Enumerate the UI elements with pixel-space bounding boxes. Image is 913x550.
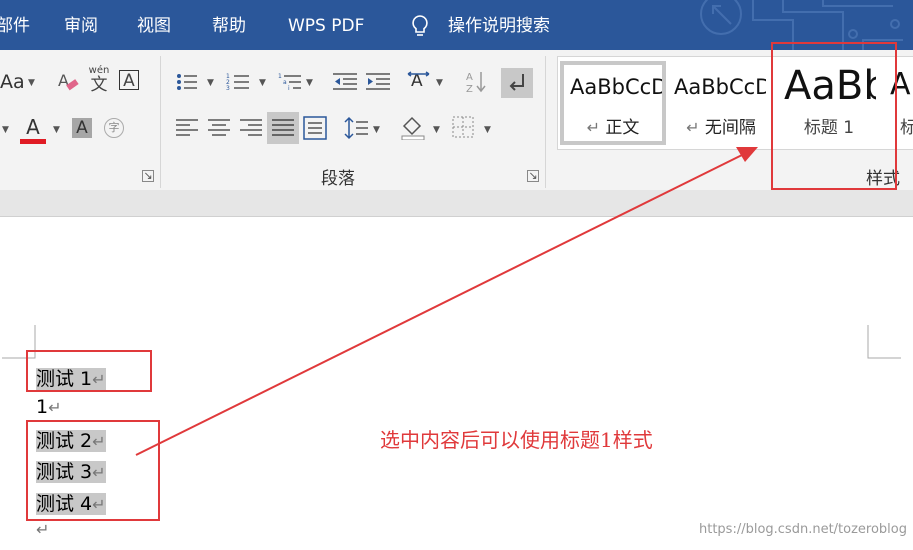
highlight-box-first-line	[26, 350, 152, 392]
style-sample: AaBbCcDd	[674, 75, 766, 99]
chevron-down-icon[interactable]: ▼	[306, 78, 313, 88]
ruler-strip	[0, 190, 913, 217]
style-normal[interactable]: AaBbCcDd ↵ 正文	[560, 61, 666, 145]
line-spacing-icon[interactable]	[344, 116, 368, 140]
align-right-icon[interactable]	[240, 118, 262, 138]
highlight-box-heading-style	[771, 42, 897, 190]
style-name: 标	[900, 113, 913, 138]
group-separator	[545, 56, 546, 188]
svg-text:3: 3	[226, 85, 230, 92]
chevron-down-icon[interactable]: ▼	[436, 78, 443, 88]
character-shading-icon[interactable]: A	[72, 118, 92, 138]
decrease-indent-icon[interactable]	[333, 72, 357, 92]
chevron-down-icon[interactable]: ▼	[2, 125, 9, 135]
font-color-icon[interactable]: A	[20, 116, 46, 144]
paragraph-group-label: 段落	[321, 169, 355, 189]
chevron-down-icon[interactable]: ▼	[373, 125, 380, 135]
doc-line[interactable]: 1↵	[36, 396, 62, 418]
clear-formatting-icon[interactable]: A	[58, 70, 80, 94]
tell-me-search[interactable]: 操作说明搜索	[448, 0, 550, 50]
doc-line[interactable]: ↵	[36, 518, 49, 540]
phonetic-guide-bottom: 文	[90, 75, 108, 95]
style-name: ↵ 正文	[586, 118, 640, 138]
multilevel-list-icon[interactable]: 1ai	[278, 72, 302, 92]
borders-icon[interactable]	[452, 116, 474, 138]
paragraph-dialog-launcher-icon[interactable]: ↘	[527, 170, 539, 182]
font-color-letter: A	[26, 115, 40, 139]
distributed-align-icon[interactable]	[303, 116, 327, 140]
show-paragraph-marks-button[interactable]	[501, 68, 533, 98]
chevron-down-icon[interactable]: ▼	[53, 125, 60, 135]
style-no-spacing[interactable]: AaBbCcDd ↵ 无间隔	[668, 61, 774, 145]
numbering-icon[interactable]: 123	[226, 72, 250, 92]
sort-icon[interactable]: AZ	[466, 70, 488, 94]
phonetic-guide-icon[interactable]: wén 文	[88, 66, 110, 95]
align-left-icon[interactable]	[176, 118, 198, 138]
tab-wps-pdf[interactable]: WPS PDF	[288, 0, 364, 50]
chevron-down-icon[interactable]: ▼	[28, 78, 35, 88]
change-case-button[interactable]: Aa	[0, 72, 25, 92]
justify-button[interactable]	[267, 112, 299, 144]
enclose-characters-icon[interactable]: 字	[104, 118, 124, 138]
annotation-text: 选中内容后可以使用标题1样式	[380, 428, 653, 452]
tab-help[interactable]: 帮助	[212, 0, 246, 50]
svg-text:i: i	[288, 85, 290, 92]
group-separator	[160, 56, 161, 188]
chevron-down-icon[interactable]: ▼	[433, 125, 440, 135]
shading-icon[interactable]	[400, 114, 426, 140]
style-name: ↵ 无间隔	[686, 118, 756, 138]
character-border-icon[interactable]: A	[119, 70, 139, 91]
lightbulb-icon[interactable]	[410, 14, 430, 38]
chinese-layout-icon[interactable]: A	[407, 70, 431, 94]
highlight-box-lines	[26, 420, 160, 521]
bullets-icon[interactable]	[176, 72, 198, 92]
tab-view[interactable]: 视图	[137, 0, 171, 50]
svg-text:1: 1	[278, 73, 282, 80]
page-corner-mark	[867, 325, 901, 359]
watermark: https://blog.csdn.net/tozeroblog	[698, 522, 907, 537]
chevron-down-icon[interactable]: ▼	[207, 78, 214, 88]
svg-text:A: A	[466, 72, 473, 83]
tab-parts[interactable]: 部件	[0, 0, 30, 50]
font-dialog-launcher-icon[interactable]: ↘	[142, 170, 154, 182]
style-sample: AaBbCcDd	[570, 75, 662, 99]
chevron-down-icon[interactable]: ▼	[259, 78, 266, 88]
svg-text:A: A	[58, 71, 69, 90]
increase-indent-icon[interactable]	[366, 72, 390, 92]
tab-review[interactable]: 审阅	[64, 0, 98, 50]
svg-text:a: a	[283, 79, 287, 86]
svg-text:Z: Z	[466, 84, 473, 94]
align-center-icon[interactable]	[208, 118, 230, 138]
chevron-down-icon[interactable]: ▼	[484, 125, 491, 135]
